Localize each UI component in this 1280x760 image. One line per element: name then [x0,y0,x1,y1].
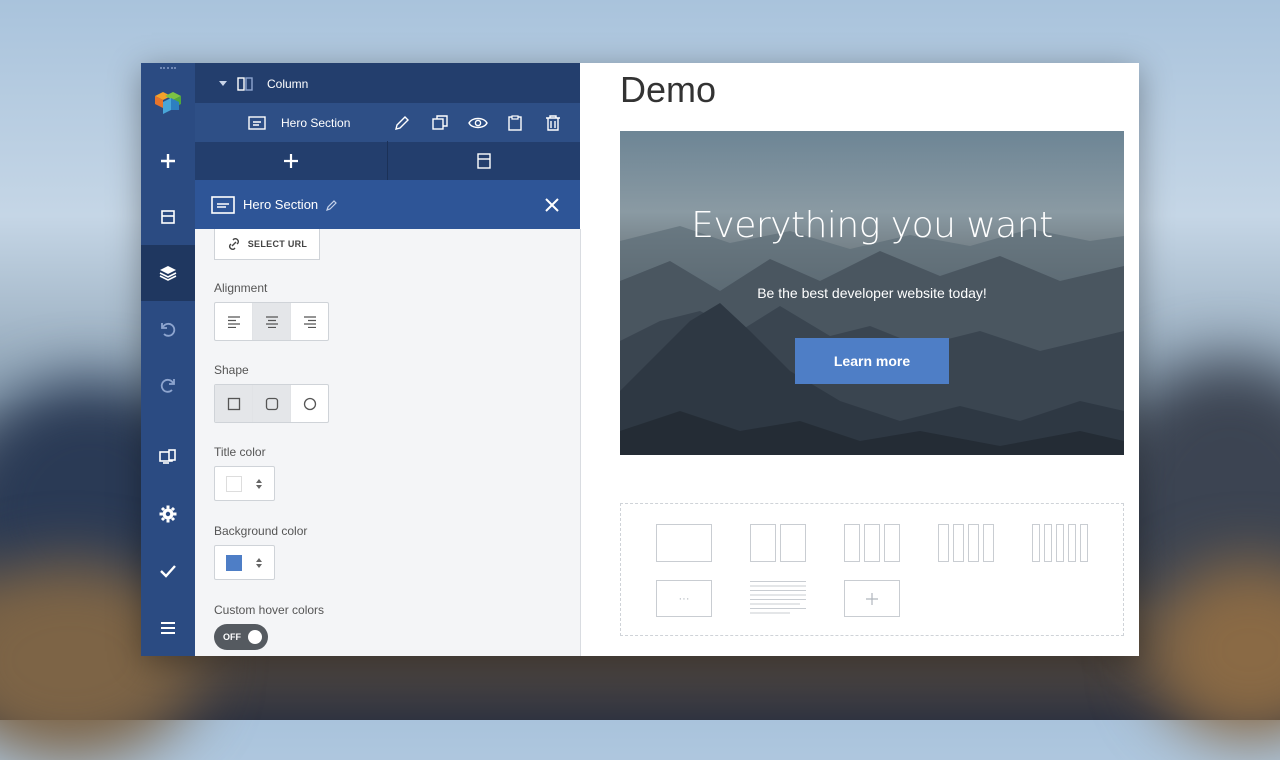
custom-hover-toggle[interactable]: OFF [214,624,268,650]
logo-icon [141,75,195,131]
shape-rounded-button[interactable] [253,385,291,422]
template-icon [477,152,491,169]
custom-hover-colors-label: Custom hover colors [214,603,325,617]
caret-down-icon[interactable] [219,80,227,87]
visibility-eye-icon[interactable] [468,116,488,130]
title-color-picker[interactable] [214,466,275,501]
page-canvas: Demo Everything you want Be the best dev… [582,63,1139,656]
tree-actions-bar [195,141,580,180]
learn-more-button[interactable]: Learn more [795,338,949,384]
layout-four-columns-icon[interactable] [938,524,994,562]
hero-subtitle: Be the best developer website today! [757,285,987,301]
background-color-swatch [225,554,242,571]
hero-title: Everything you want [691,205,1053,246]
left-toolbar [141,63,195,656]
panel-header: Hero Section [195,180,580,229]
close-panel-icon[interactable] [544,197,560,213]
redo-icon[interactable] [141,357,195,413]
shape-square-button[interactable] [215,385,253,422]
rename-pencil-icon[interactable] [326,199,338,211]
layout-more-button[interactable]: ··· [656,580,712,617]
align-left-icon [227,315,240,328]
title-color-label: Title color [214,445,266,459]
toggle-state-label: OFF [223,632,241,642]
publish-check-icon[interactable] [141,543,195,599]
copy-clipboard-icon[interactable] [508,114,522,131]
alignment-control [214,302,329,341]
tree-row-hero-section[interactable]: Hero Section [195,103,580,142]
templates-icon[interactable] [141,189,195,245]
layout-two-columns-icon[interactable] [750,524,806,562]
editor-window: Column Hero Section Hero Section SELECT … [141,63,1139,656]
clone-icon[interactable] [432,114,448,131]
tree-hero-section-label: Hero Section [281,115,351,130]
tree-row-column[interactable]: Column [195,64,580,103]
responsive-view-icon[interactable] [141,429,195,485]
background-color-label: Background color [214,524,308,538]
circle-icon [303,397,316,410]
hero-section-icon [248,115,266,130]
layout-three-columns-icon[interactable] [844,524,900,562]
add-element-icon[interactable] [141,133,195,189]
layout-text-block-icon[interactable] [750,580,806,616]
toggle-knob [248,630,262,644]
trash-icon[interactable] [545,114,561,131]
layout-add-custom-button[interactable] [844,580,900,617]
plus-icon [866,592,878,605]
shape-label: Shape [214,363,249,377]
align-center-button[interactable] [253,303,291,340]
title-color-swatch [225,475,242,492]
sort-arrows-icon [256,478,263,489]
tree-view: Column Hero Section [195,63,580,180]
add-element-button[interactable] [195,141,388,180]
align-right-button[interactable] [291,303,328,340]
select-url-label: SELECT URL [247,239,308,249]
alignment-label: Alignment [214,281,268,295]
page-title: Demo [620,69,717,110]
more-label: ··· [678,592,690,605]
rounded-square-icon [265,397,278,410]
edit-panel: SELECT URL Alignment Shape Title color B… [195,229,581,656]
settings-gear-icon[interactable] [141,486,195,542]
edit-pencil-icon[interactable] [394,115,410,131]
tree-column-label: Column [267,76,309,91]
undo-icon[interactable] [141,301,195,357]
align-left-button[interactable] [215,303,253,340]
column-icon [237,76,253,91]
plus-icon [283,153,298,168]
layout-one-column-icon[interactable] [656,524,712,562]
menu-icon[interactable] [141,600,195,656]
hero-section-icon [211,195,235,214]
layout-five-columns-icon[interactable] [1032,524,1088,562]
add-template-button[interactable] [388,141,581,180]
sort-arrows-icon [256,557,263,568]
align-center-icon [265,315,278,328]
link-icon [228,238,239,250]
add-layout-area: ··· [620,503,1124,636]
drag-handle[interactable] [160,67,176,71]
panel-title: Hero Section [243,197,319,212]
select-url-button[interactable]: SELECT URL [214,229,320,260]
square-icon [227,397,240,410]
layers-icon[interactable] [141,245,195,301]
shape-round-button[interactable] [291,385,328,422]
background-color-picker[interactable] [214,545,275,580]
hero-section[interactable]: Everything you want Be the best develope… [620,131,1124,455]
shape-control [214,384,329,423]
align-right-icon [303,315,316,328]
